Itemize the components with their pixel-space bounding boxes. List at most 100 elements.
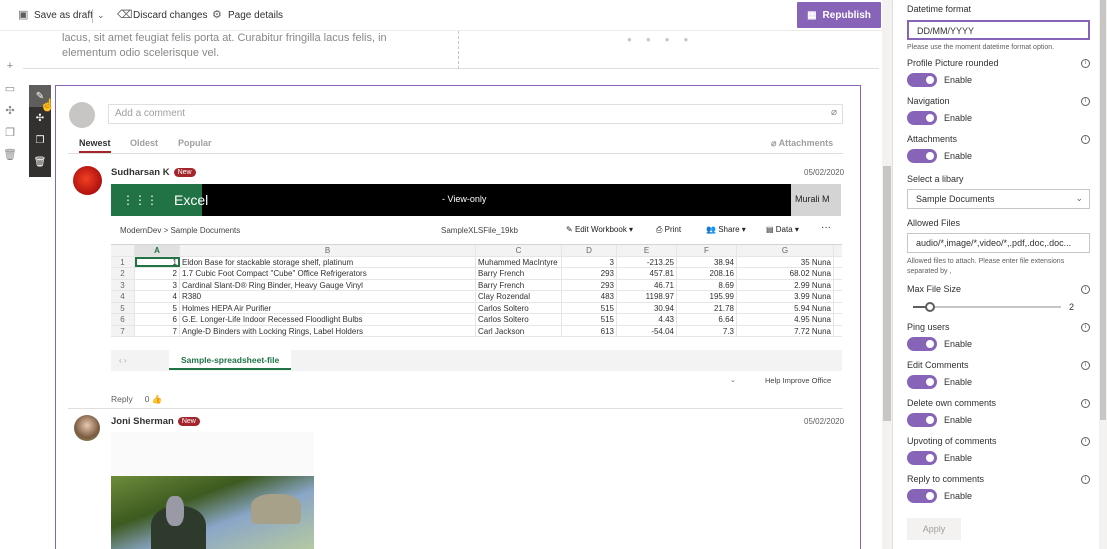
print-button[interactable]: ⎙ Print bbox=[656, 225, 681, 235]
info-icon[interactable]: i bbox=[1081, 135, 1090, 144]
datetime-input[interactable]: DD/MM/YYYY bbox=[907, 20, 1090, 40]
table-cell[interactable]: Eldon Base for stackable storage shelf, … bbox=[180, 256, 476, 267]
table-cell[interactable]: 5 bbox=[135, 302, 180, 313]
delete-icon[interactable]: 🗑 bbox=[3, 148, 17, 162]
like-button[interactable]: 0 👍 bbox=[145, 394, 163, 405]
share-button[interactable]: 👥 Share ▾ bbox=[706, 225, 746, 234]
add-icon[interactable]: + bbox=[3, 60, 17, 74]
table-cell[interactable]: Carlos Soltero bbox=[476, 314, 562, 325]
row-header[interactable]: 7 bbox=[111, 325, 135, 336]
table-cell[interactable]: 515 bbox=[562, 302, 617, 313]
copy-icon[interactable]: ❐ bbox=[3, 126, 17, 140]
comment-author[interactable]: Sudharsan K bbox=[111, 167, 170, 178]
table-cell[interactable]: -213.25 bbox=[617, 256, 677, 267]
tab-popular[interactable]: Popular bbox=[178, 138, 212, 148]
table-cell[interactable]: 3 bbox=[562, 256, 617, 267]
chevron-down-icon[interactable]: ⌄ bbox=[730, 376, 736, 384]
chevron-down-icon[interactable]: ⌄ bbox=[97, 0, 105, 31]
table-cell[interactable]: 1.7 Cubic Foot Compact "Cube" Office Ref… bbox=[180, 268, 476, 279]
tab-oldest[interactable]: Oldest bbox=[130, 138, 158, 148]
info-icon[interactable]: i bbox=[1081, 399, 1090, 408]
table-cell[interactable]: 4.95 Nuna bbox=[737, 314, 834, 325]
toggle-switch[interactable] bbox=[907, 413, 937, 427]
toggle-switch[interactable] bbox=[907, 337, 937, 351]
table-cell[interactable]: 195.99 bbox=[677, 291, 737, 302]
more-icon[interactable]: ··· bbox=[821, 222, 831, 233]
table-cell[interactable]: 1 bbox=[135, 256, 180, 267]
table-cell[interactable]: 6.64 bbox=[677, 314, 737, 325]
table-cell[interactable]: 5.94 Nuna bbox=[737, 302, 834, 313]
row-header[interactable]: 6 bbox=[111, 314, 135, 325]
comment-image[interactable] bbox=[111, 476, 314, 549]
table-cell[interactable]: 515 bbox=[562, 314, 617, 325]
tab-newest[interactable]: Newest bbox=[79, 138, 111, 153]
info-icon[interactable]: i bbox=[1081, 59, 1090, 68]
toggle-switch[interactable] bbox=[907, 111, 937, 125]
table-cell[interactable]: 457.81 bbox=[617, 268, 677, 279]
table-cell[interactable]: -54.04 bbox=[617, 325, 677, 336]
table-cell[interactable]: 8.69 bbox=[677, 279, 737, 290]
toggle-switch[interactable] bbox=[907, 451, 937, 465]
table-cell[interactable]: Angle-D Binders with Locking Rings, Labe… bbox=[180, 325, 476, 336]
table-cell[interactable]: R380 bbox=[180, 291, 476, 302]
col-header[interactable]: G bbox=[737, 245, 834, 256]
table-cell[interactable]: 2 bbox=[135, 268, 180, 279]
move-icon[interactable]: ✣ bbox=[3, 104, 17, 118]
table-cell[interactable]: 3 bbox=[135, 279, 180, 290]
table-cell[interactable]: Cardinal Slant-D® Ring Binder, Heavy Gau… bbox=[180, 279, 476, 290]
carousel-dots[interactable]: ●●●● bbox=[627, 35, 702, 44]
col-header[interactable]: E bbox=[617, 245, 677, 256]
page-details-button[interactable]: ⚙ Page details bbox=[212, 0, 283, 31]
comment-author[interactable]: Joni Sherman bbox=[111, 416, 174, 427]
table-cell[interactable]: 293 bbox=[562, 268, 617, 279]
add-comment-input[interactable]: Add a comment ⌀ bbox=[108, 104, 843, 124]
info-icon[interactable]: i bbox=[1081, 323, 1090, 332]
user-name[interactable]: Murali M bbox=[791, 184, 841, 216]
allowed-files-input[interactable]: audio/*,image/*,video/*,.pdf,.doc,.doc..… bbox=[907, 233, 1090, 253]
col-header[interactable]: B bbox=[180, 245, 476, 256]
republish-button[interactable]: ▦ Republish bbox=[797, 2, 881, 28]
data-button[interactable]: ▤ Data ▾ bbox=[766, 225, 799, 234]
edit-workbook-button[interactable]: ✎ Edit Workbook ▾ bbox=[566, 225, 633, 234]
table-cell[interactable]: Clay Rozendal bbox=[476, 291, 562, 302]
table-cell[interactable]: 7.72 Nuna bbox=[737, 325, 834, 336]
table-cell[interactable]: 35 Nuna bbox=[737, 256, 834, 267]
duplicate-icon[interactable]: ❐ bbox=[29, 129, 51, 151]
table-cell[interactable]: Muhammed MacIntyre bbox=[476, 256, 562, 267]
table-cell[interactable]: 7 bbox=[135, 325, 180, 336]
info-icon[interactable]: i bbox=[1081, 475, 1090, 484]
table-cell[interactable]: Carlos Soltero bbox=[476, 302, 562, 313]
table-cell[interactable]: 21.78 bbox=[677, 302, 737, 313]
table-cell[interactable]: 4.43 bbox=[617, 314, 677, 325]
col-header[interactable]: D bbox=[562, 245, 617, 256]
table-cell[interactable]: 6 bbox=[135, 314, 180, 325]
toggle-switch[interactable] bbox=[907, 489, 937, 503]
table-cell[interactable]: Barry French bbox=[476, 279, 562, 290]
slider-handle[interactable] bbox=[925, 302, 935, 312]
table-cell[interactable]: 1198.97 bbox=[617, 291, 677, 302]
col-header[interactable]: A bbox=[135, 245, 180, 256]
delete-icon[interactable]: 🗑 bbox=[29, 151, 51, 173]
pane-scroll-thumb[interactable] bbox=[1100, 0, 1106, 420]
table-cell[interactable]: 4 bbox=[135, 291, 180, 302]
slider-track[interactable] bbox=[913, 302, 1061, 312]
row-header[interactable]: 5 bbox=[111, 302, 135, 313]
help-improve-link[interactable]: Help Improve Office bbox=[765, 376, 831, 385]
info-icon[interactable]: i bbox=[1081, 285, 1090, 294]
table-cell[interactable]: Carl Jackson bbox=[476, 325, 562, 336]
info-icon[interactable]: i bbox=[1081, 361, 1090, 370]
table-cell[interactable]: 483 bbox=[562, 291, 617, 302]
save-draft-button[interactable]: ▣ Save as draft bbox=[18, 0, 93, 31]
excel-grid[interactable]: A B C D E F G 1 1 Eldon Base for stackable… bbox=[111, 244, 842, 344]
table-cell[interactable]: Barry French bbox=[476, 268, 562, 279]
toggle-switch[interactable] bbox=[907, 375, 937, 389]
table-cell[interactable]: 30.94 bbox=[617, 302, 677, 313]
toggle-switch[interactable] bbox=[907, 149, 937, 163]
scroll-thumb[interactable] bbox=[883, 166, 891, 421]
reply-button[interactable]: Reply bbox=[111, 394, 133, 405]
sheet-tab[interactable]: Sample-spreadsheet-file bbox=[169, 350, 292, 370]
table-cell[interactable]: 46.71 bbox=[617, 279, 677, 290]
breadcrumb[interactable]: ModernDev > Sample Documents bbox=[120, 226, 240, 235]
table-cell[interactable]: 68.02 Nuna bbox=[737, 268, 834, 279]
table-cell[interactable]: 38.94 bbox=[677, 256, 737, 267]
